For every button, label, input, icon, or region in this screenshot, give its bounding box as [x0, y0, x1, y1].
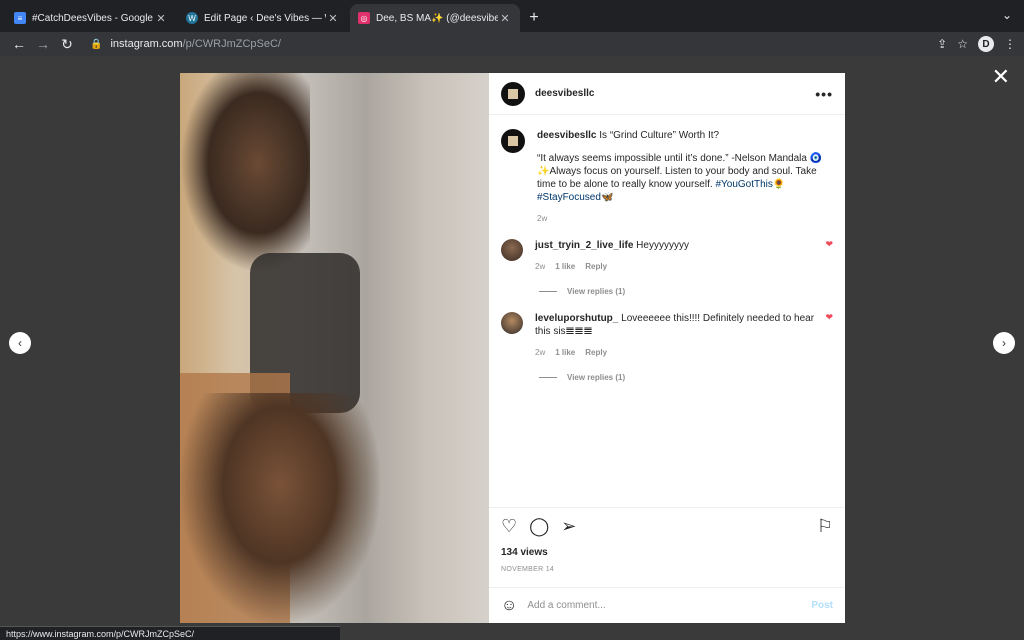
post-comment-button[interactable]: Post	[811, 600, 833, 611]
reply-button[interactable]: Reply	[585, 260, 607, 273]
close-tab-icon[interactable]: ✕	[154, 12, 168, 25]
avatar[interactable]	[501, 129, 525, 153]
photo-person-bottom	[180, 393, 380, 623]
tab-title: #CatchDeesVibes - Google Do	[32, 12, 154, 24]
new-tab-button[interactable]: +	[522, 4, 546, 32]
add-comment-bar: ☺ Add a comment... Post	[489, 587, 845, 623]
browser-toolbar: ← → ↻ 🔒 instagram.com/p/CWRJmZCpSeC/ ⇪ ☆…	[0, 32, 1024, 56]
browser-tab-strip: ≡ #CatchDeesVibes - Google Do ✕ W Edit P…	[0, 0, 1024, 32]
avatar[interactable]	[501, 81, 525, 106]
comment-bubble-icon[interactable]: ◯	[529, 516, 549, 537]
post-date[interactable]: NOVEMBER 14	[501, 566, 833, 573]
view-replies-label: View replies (1)	[567, 287, 626, 296]
emoji-icon[interactable]: ☺	[501, 597, 517, 615]
more-options-icon[interactable]: •••	[815, 86, 833, 102]
comment-likes[interactable]: 1 like	[555, 260, 575, 273]
hashtag-link[interactable]: #StayFocused	[537, 192, 601, 203]
sunflower-emoji: 🌻	[772, 179, 786, 190]
lock-icon[interactable]: 🔒	[90, 39, 102, 50]
browser-menu-icon[interactable]: ⋮	[1004, 37, 1016, 51]
comment-username[interactable]: leveluporshutup_	[535, 313, 618, 324]
tab-title: Dee, BS MA✨ (@deesvibesllc	[376, 12, 498, 24]
heart-icon[interactable]: ❤	[825, 312, 833, 359]
like-heart-icon[interactable]: ♡	[501, 516, 517, 537]
comment-item: just_tryin_2_live_life Heyyyyyyyy 2w 1 l…	[501, 239, 833, 273]
share-paper-plane-icon[interactable]: ➢	[561, 516, 576, 537]
browser-tab-1[interactable]: ≡ #CatchDeesVibes - Google Do ✕	[6, 4, 176, 32]
previous-post-button[interactable]: ‹	[9, 332, 31, 354]
avatar[interactable]	[501, 312, 523, 334]
photo-person-top	[180, 73, 310, 273]
post-actions: ♡ ◯ ➢ ⚐ 134 views NOVEMBER 14	[489, 507, 845, 585]
hashtag-link[interactable]: #YouGotThis	[715, 179, 772, 190]
browser-tab-3[interactable]: ◎ Dee, BS MA✨ (@deesvibesllc ✕	[350, 4, 520, 32]
comment-likes[interactable]: 1 like	[555, 346, 575, 359]
heart-icon[interactable]: ❤	[825, 239, 833, 273]
address-path: /p/CWRJmZCpSeC/	[182, 38, 281, 50]
avatar[interactable]	[501, 239, 523, 261]
profile-avatar[interactable]: D	[978, 36, 994, 52]
post-side-panel: deesvibesllc ••• deesvibesllc Is “Grind …	[489, 73, 845, 623]
view-replies[interactable]: View replies (1)	[539, 287, 833, 296]
instagram-icon: ◎	[358, 12, 370, 24]
comment-age[interactable]: 2w	[535, 260, 545, 273]
comment-item: leveluporshutup_ Loveeeeee this!!!! Defi…	[501, 312, 833, 359]
address-bar[interactable]: 🔒 instagram.com/p/CWRJmZCpSeC/	[80, 33, 937, 55]
comment-username[interactable]: just_tryin_2_live_life	[535, 240, 633, 251]
address-host: instagram.com	[110, 38, 183, 50]
caption-age[interactable]: 2w	[537, 212, 547, 225]
caption: deesvibesllc Is “Grind Culture” Worth It…	[501, 129, 833, 225]
view-replies[interactable]: View replies (1)	[539, 373, 833, 382]
status-bar-url: https://www.instagram.com/p/CWRJmZCpSeC/	[0, 626, 340, 640]
post-modal-overlay: ✕ ‹ › deesvibesllc ••• deesvibesllc Is “…	[0, 56, 1024, 640]
save-bookmark-icon[interactable]: ⚐	[817, 516, 833, 537]
reload-button[interactable]: ↻	[56, 36, 78, 53]
close-icon[interactable]: ✕	[992, 66, 1010, 88]
comment-age[interactable]: 2w	[535, 346, 545, 359]
browser-tab-2[interactable]: W Edit Page ‹ Dee's Vibes — Wo ✕	[178, 4, 348, 32]
post-image	[180, 73, 489, 623]
caption-username[interactable]: deesvibesllc	[537, 130, 596, 141]
close-tab-icon[interactable]: ✕	[498, 12, 512, 25]
docs-icon: ≡	[14, 12, 26, 24]
comments-section: deesvibesllc Is “Grind Culture” Worth It…	[489, 115, 845, 507]
back-button[interactable]: ←	[8, 36, 30, 52]
divider	[539, 291, 557, 292]
divider	[539, 377, 557, 378]
next-post-button[interactable]: ›	[993, 332, 1015, 354]
tab-search-chevron-icon[interactable]: ⌄	[1002, 8, 1012, 22]
wordpress-icon: W	[186, 12, 198, 24]
forward-button[interactable]: →	[32, 36, 54, 52]
comment-input[interactable]: Add a comment...	[527, 600, 811, 611]
view-replies-label: View replies (1)	[567, 373, 626, 382]
bookmark-star-icon[interactable]: ☆	[957, 37, 968, 51]
reply-button[interactable]: Reply	[585, 346, 607, 359]
share-icon[interactable]: ⇪	[937, 37, 947, 51]
butterfly-emoji: 🦋	[600, 192, 614, 203]
post-username[interactable]: deesvibesllc	[535, 88, 815, 99]
view-count[interactable]: 134 views	[501, 547, 833, 558]
tab-title: Edit Page ‹ Dee's Vibes — Wo	[204, 12, 326, 24]
comment-text: Heyyyyyyyy	[636, 240, 689, 251]
post-header: deesvibesllc •••	[489, 73, 845, 115]
caption-title: Is “Grind Culture” Worth It?	[599, 130, 720, 141]
close-tab-icon[interactable]: ✕	[326, 12, 340, 25]
